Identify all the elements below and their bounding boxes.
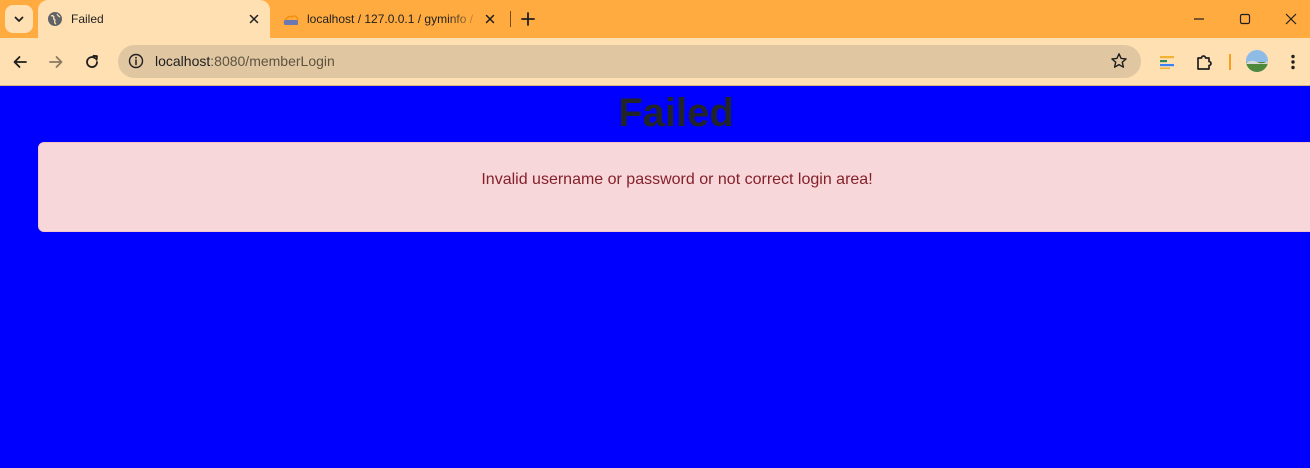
tab-phpmyadmin[interactable]: localhost / 127.0.0.1 / gyminfo / — [274, 0, 506, 38]
browser-toolbar: localhost:8080/memberLogin — [0, 38, 1310, 86]
bookmark-star-icon[interactable] — [1109, 51, 1129, 71]
url-text: localhost:8080/memberLogin — [155, 45, 335, 78]
page-title: Failed — [618, 91, 734, 135]
tab-failed[interactable]: Failed — [38, 0, 270, 38]
tab-title: localhost / 127.0.0.1 / gyminfo / — [307, 12, 474, 26]
reload-button[interactable] — [78, 48, 106, 76]
reload-icon — [86, 54, 98, 68]
plus-icon — [521, 12, 535, 26]
tab-separator — [510, 11, 511, 27]
new-tab-button[interactable] — [516, 8, 540, 30]
close-icon — [1285, 13, 1297, 25]
url-host: localhost — [155, 53, 211, 69]
error-alert: Invalid username or password or not corr… — [38, 142, 1310, 232]
close-tab-icon[interactable] — [482, 11, 498, 27]
minimize-button[interactable] — [1176, 0, 1222, 38]
phpmyadmin-icon — [283, 15, 299, 25]
arrow-right-icon — [49, 56, 63, 68]
toolbar-divider — [1229, 54, 1231, 70]
extension-tabs-icon[interactable] — [1155, 50, 1179, 74]
maximize-icon — [1239, 13, 1251, 25]
tab-title: Failed — [71, 12, 104, 26]
maximize-button[interactable] — [1222, 0, 1268, 38]
extensions-puzzle-icon[interactable] — [1192, 50, 1216, 74]
forward-button[interactable] — [42, 48, 70, 76]
close-tab-icon[interactable] — [246, 11, 262, 27]
back-button[interactable] — [6, 48, 34, 76]
minimize-icon — [1194, 18, 1204, 20]
url-path: :8080/memberLogin — [210, 53, 335, 69]
error-message: Invalid username or password or not corr… — [481, 171, 873, 188]
arrow-left-icon — [13, 56, 27, 68]
chevron-down-icon — [14, 16, 24, 22]
globe-icon — [48, 12, 62, 26]
more-menu-icon[interactable] — [1281, 50, 1305, 74]
close-window-button[interactable] — [1268, 0, 1310, 38]
site-info-icon[interactable] — [124, 49, 148, 73]
page-content: Failed Invalid username or password or n… — [0, 86, 1310, 468]
tab-search-button[interactable] — [5, 5, 33, 33]
tab-strip: Failed localhost / 127.0.0.1 / gyminfo / — [0, 0, 1310, 38]
profile-avatar[interactable] — [1246, 50, 1268, 72]
address-bar[interactable]: localhost:8080/memberLogin — [118, 45, 1141, 78]
browser-window: Failed localhost / 127.0.0.1 / gyminfo / — [0, 0, 1310, 468]
